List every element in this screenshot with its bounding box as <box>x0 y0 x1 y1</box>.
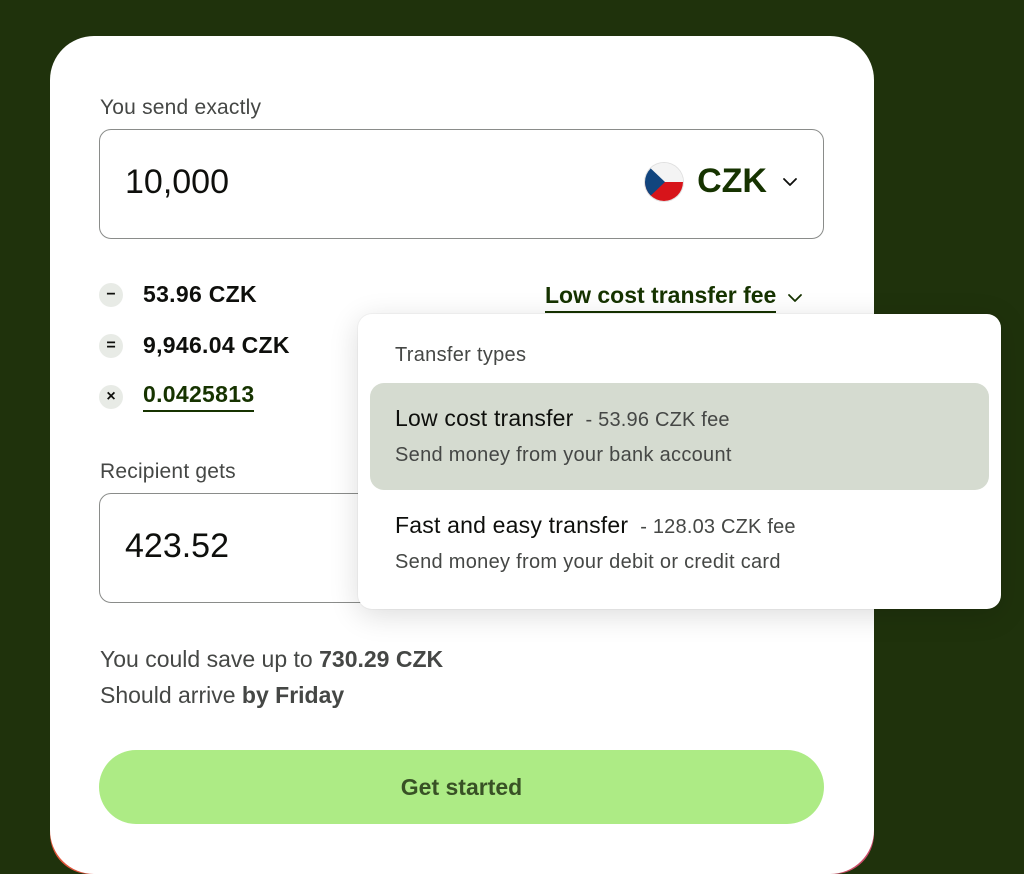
option-name: Low cost transfer <box>395 405 574 431</box>
exchange-rate-row: × 0.0425813 <box>99 381 255 412</box>
send-currency-code: CZK <box>697 162 767 200</box>
fee-amount: 53.96 CZK <box>143 281 257 307</box>
fee-type-selector[interactable]: Low cost transfer fee <box>545 282 804 313</box>
converted-amount: 9,946.04 CZK <box>143 332 290 358</box>
send-amount-field[interactable]: 10,000 CZK <box>99 129 824 239</box>
send-amount-label: You send exactly <box>100 96 262 119</box>
arrival-day: by Friday <box>241 682 345 708</box>
recipient-gets-label: Recipient gets <box>100 460 236 483</box>
transfer-types-dropdown: Transfer types Low cost transfer - 53.96… <box>358 314 1001 609</box>
exchange-rate-link[interactable]: 0.0425813 <box>143 381 255 412</box>
savings-text: You could save up to 730.29 CZK <box>100 646 444 672</box>
chevron-down-icon <box>783 177 797 186</box>
option-fee: - 128.03 CZK fee <box>640 516 796 538</box>
czech-flag-icon <box>645 162 684 201</box>
fee-type-label: Low cost transfer fee <box>545 282 777 313</box>
recipient-amount-input[interactable]: 423.52 <box>125 527 229 566</box>
converted-amount-row: = 9,946.04 CZK <box>99 332 290 359</box>
chevron-down-icon <box>788 293 803 302</box>
arrival-text: Should arrive by Friday <box>100 682 345 708</box>
send-amount-input[interactable]: 10,000 <box>125 163 229 202</box>
minus-icon: − <box>99 282 123 307</box>
option-fast-easy-transfer[interactable]: Fast and easy transfer - 128.03 CZK fee … <box>370 490 989 597</box>
equals-icon: = <box>99 333 123 358</box>
option-name: Fast and easy transfer <box>395 512 629 538</box>
option-fee: - 53.96 CZK fee <box>585 409 730 431</box>
option-description: Send money from your bank account <box>395 444 732 466</box>
savings-amount: 730.29 CZK <box>319 646 444 672</box>
fee-row: − 53.96 CZK <box>99 281 257 308</box>
dropdown-title: Transfer types <box>395 344 527 366</box>
get-started-button[interactable]: Get started <box>99 750 824 824</box>
send-currency-selector[interactable]: CZK <box>645 162 799 201</box>
multiply-icon: × <box>99 384 123 409</box>
option-description: Send money from your debit or credit car… <box>395 551 781 573</box>
option-low-cost-transfer[interactable]: Low cost transfer - 53.96 CZK fee Send m… <box>370 383 989 490</box>
